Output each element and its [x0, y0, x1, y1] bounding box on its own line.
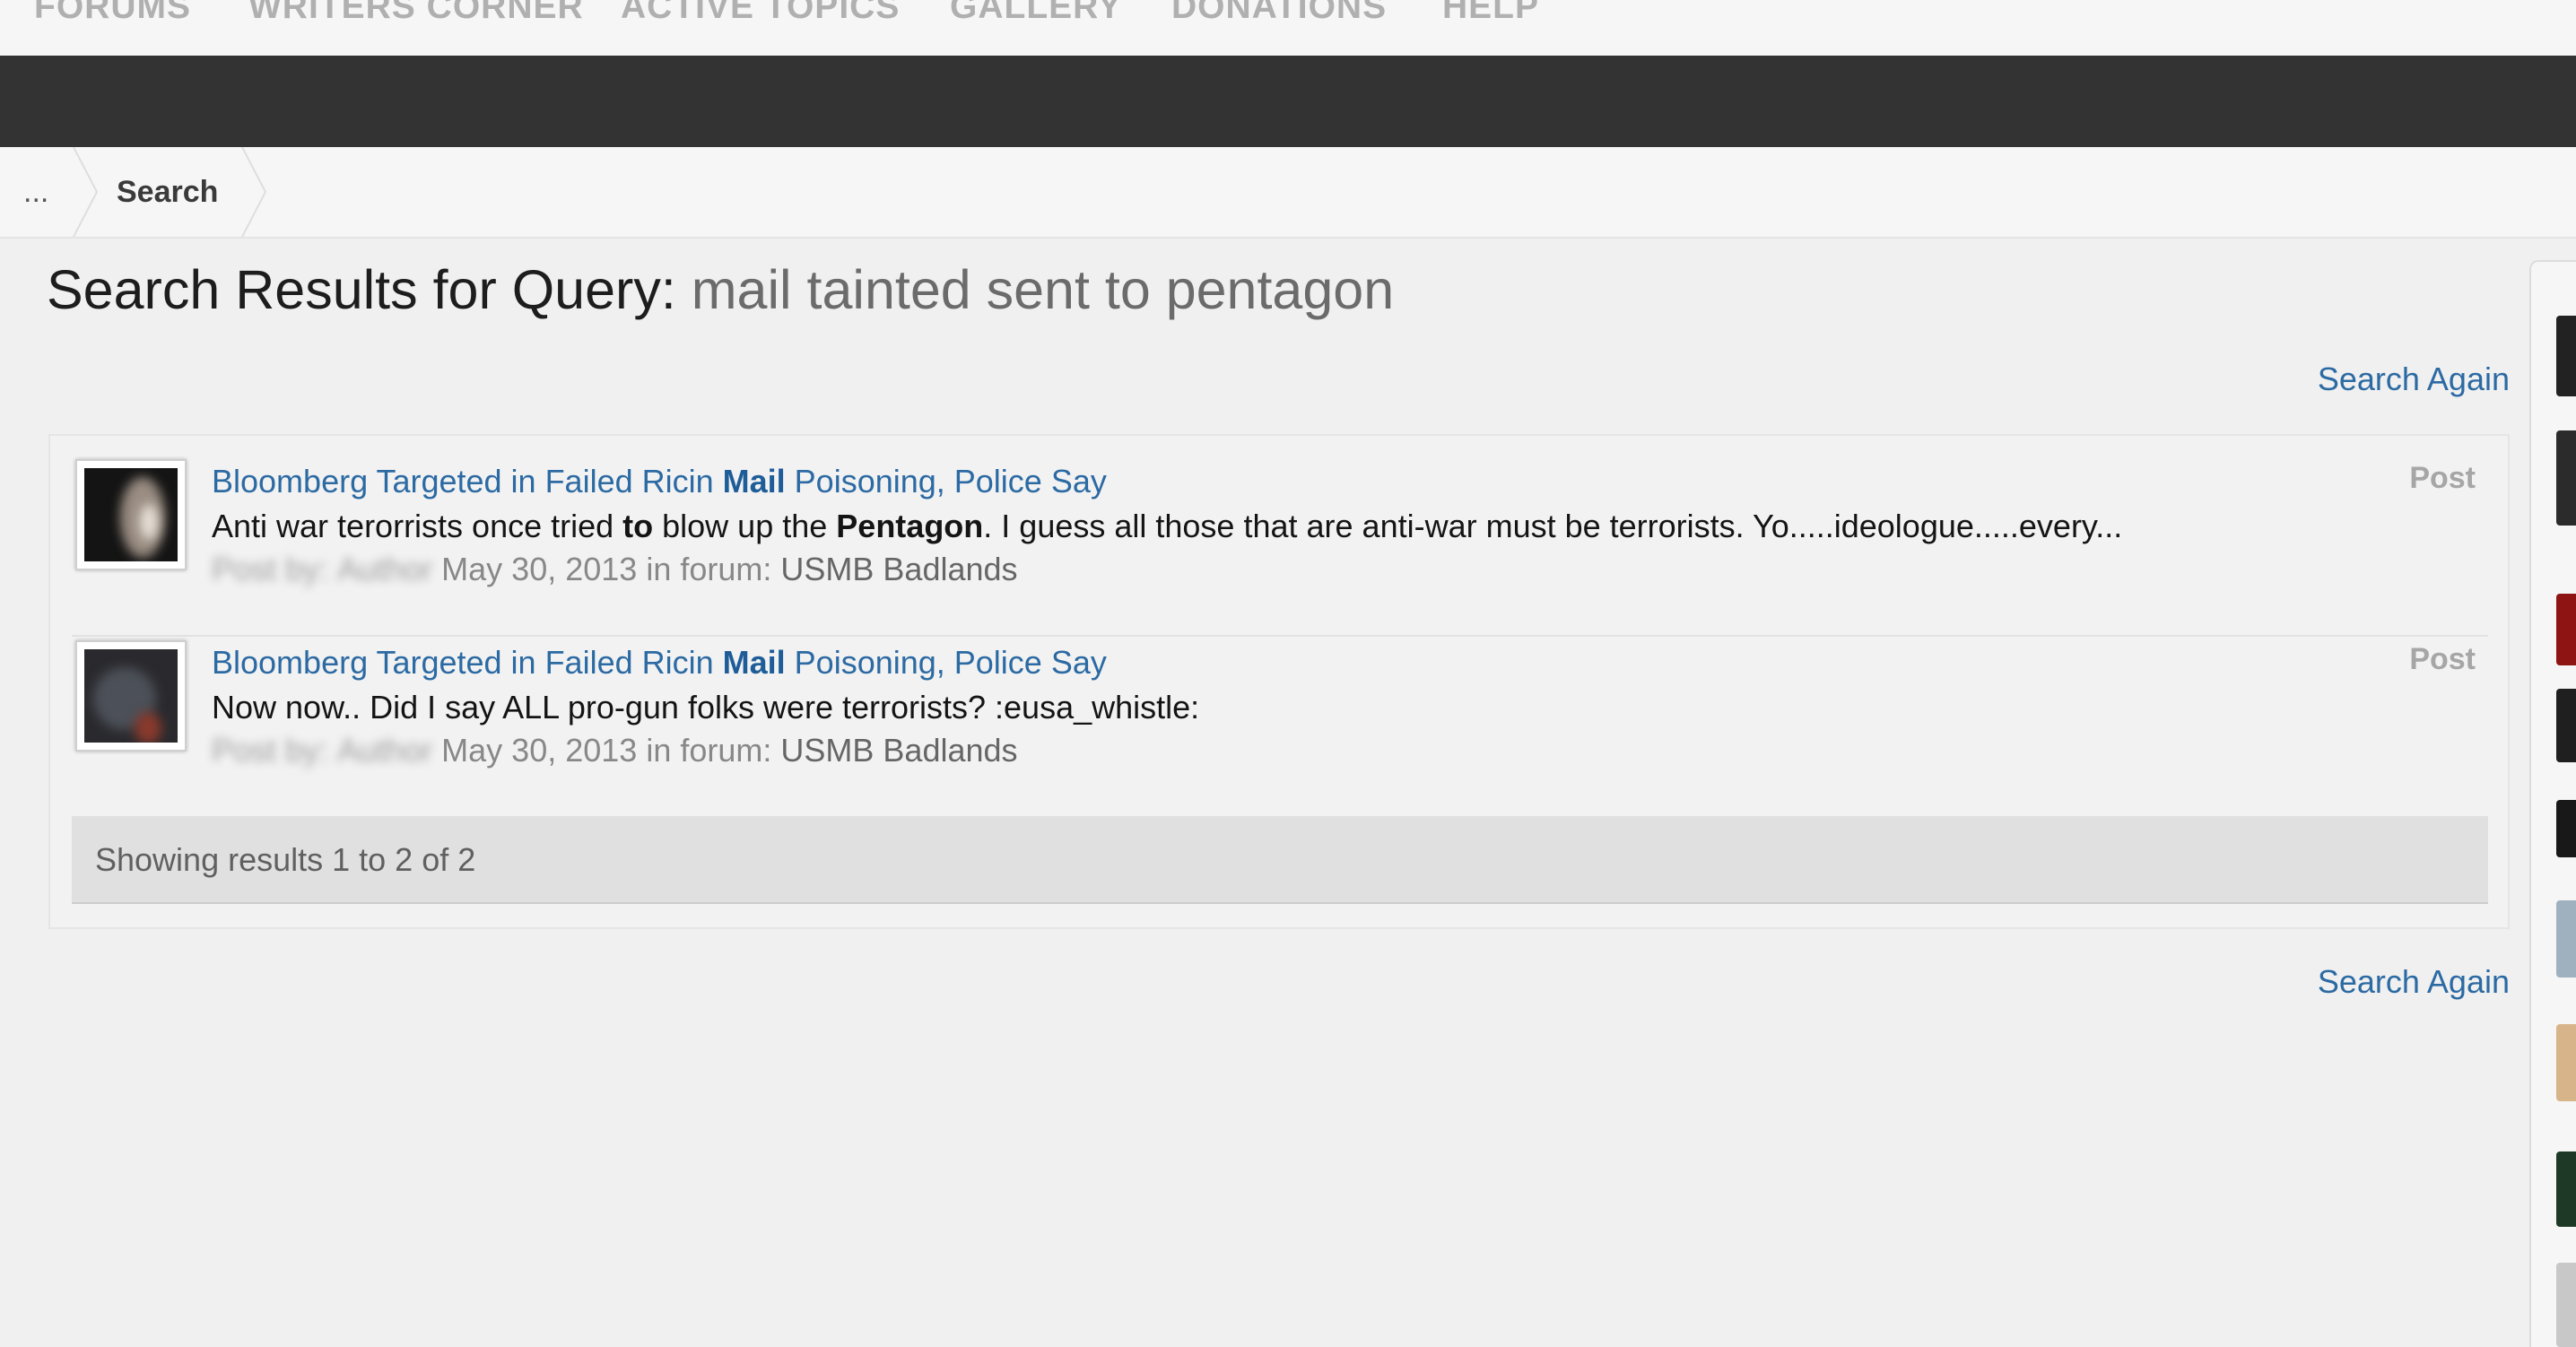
search-again-link-bottom[interactable]: Search Again: [2318, 963, 2510, 1001]
results-count: Showing results 1 to 2 of 2: [95, 841, 476, 878]
sidebar-thumbnail[interactable]: [2556, 1024, 2576, 1101]
results-summary-bar: Showing results 1 to 2 of 2: [72, 816, 2488, 904]
posted-by-label: Post by:: [212, 551, 329, 587]
result-title-highlight: Mail: [722, 463, 786, 500]
result-title-link[interactable]: Bloomberg Targeted in Failed Ricin Mail …: [212, 463, 1107, 500]
result-author[interactable]: Author: [337, 551, 432, 588]
result-forum-link[interactable]: USMB Badlands: [780, 551, 1017, 587]
nav-item-active-topics[interactable]: ACTIVE TOPICS: [621, 0, 900, 27]
search-query: mail tainted sent to pentagon: [691, 259, 1395, 320]
snippet-highlight: Pentagon: [836, 508, 984, 544]
search-result: Bloomberg Targeted in Failed Ricin Mail …: [72, 637, 2488, 816]
result-meta: Post by: Author May 30, 2013 in forum: U…: [212, 732, 1018, 769]
breadcrumb-current: Search: [117, 175, 219, 209]
result-title-text: Bloomberg Targeted in Failed Ricin: [212, 463, 723, 500]
forum-label: in forum:: [646, 551, 772, 587]
result-snippet: Now now.. Did I say ALL pro-gun folks we…: [212, 689, 1199, 726]
snippet-text: blow up the: [653, 508, 837, 544]
breadcrumb: ... Search: [0, 147, 2576, 239]
sidebar-thumbnail[interactable]: [2556, 900, 2576, 978]
result-snippet: Anti war terorrists once tried to blow u…: [212, 508, 2122, 545]
result-date: May 30, 2013: [441, 551, 638, 587]
result-title-highlight: Mail: [722, 644, 786, 681]
sidebar-thumbnail[interactable]: [2556, 430, 2576, 526]
forum-label: in forum:: [646, 732, 772, 769]
top-navigation: FORUMS WRITERS CORNER ACTIVE TOPICS GALL…: [0, 0, 2576, 56]
breadcrumb-separator-icon: [73, 147, 99, 237]
sub-navigation-bar: [0, 56, 2576, 147]
breadcrumb-ellipsis[interactable]: ...: [23, 147, 48, 237]
result-title-text: Poisoning, Police Say: [785, 463, 1107, 500]
result-title-text: Poisoning, Police Say: [785, 644, 1107, 681]
sidebar-thumbnail[interactable]: [2556, 1151, 2576, 1227]
sidebar-thumbnail[interactable]: [2556, 1263, 2576, 1347]
result-forum-link[interactable]: USMB Badlands: [780, 732, 1017, 769]
search-results-panel: Bloomberg Targeted in Failed Ricin Mail …: [48, 434, 2510, 929]
avatar[interactable]: [75, 640, 187, 752]
breadcrumb-separator-icon: [241, 147, 267, 237]
nav-item-help[interactable]: HELP: [1442, 0, 1539, 27]
page-title: Search Results for Query: mail tainted s…: [47, 258, 1394, 321]
snippet-text: Anti war terorrists once tried: [212, 508, 623, 544]
sidebar-thumbnail[interactable]: [2556, 594, 2576, 665]
result-author[interactable]: Author: [337, 732, 432, 769]
nav-item-writers-corner[interactable]: WRITERS CORNER: [248, 0, 584, 27]
nav-item-forums[interactable]: FORUMS: [34, 0, 191, 27]
nav-item-gallery[interactable]: GALLERY: [950, 0, 1122, 27]
result-title-text: Bloomberg Targeted in Failed Ricin: [212, 644, 723, 681]
result-type-label: Post: [2409, 461, 2476, 495]
sidebar-thumbnail[interactable]: [2556, 689, 2576, 762]
snippet-text: Now now.. Did I say ALL pro-gun folks we…: [212, 689, 1200, 726]
result-title-link[interactable]: Bloomberg Targeted in Failed Ricin Mail …: [212, 644, 1107, 682]
snippet-text: . I guess all those that are anti-war mu…: [983, 508, 2123, 544]
posted-by-label: Post by:: [212, 732, 329, 769]
result-type-label: Post: [2409, 642, 2476, 676]
result-meta: Post by: Author May 30, 2013 in forum: U…: [212, 551, 1018, 588]
nav-item-donations[interactable]: DONATIONS: [1171, 0, 1387, 27]
search-result: Bloomberg Targeted in Failed Ricin Mail …: [72, 456, 2488, 637]
search-again-link-top[interactable]: Search Again: [2318, 361, 2510, 398]
snippet-highlight: to: [622, 508, 654, 544]
title-prefix: Search Results for Query:: [47, 259, 676, 320]
sidebar-thumbnail[interactable]: [2556, 316, 2576, 396]
avatar[interactable]: [75, 459, 187, 570]
result-date: May 30, 2013: [441, 732, 638, 769]
sidebar-thumbnails: [2529, 260, 2576, 1347]
sidebar-thumbnail[interactable]: [2556, 800, 2576, 857]
